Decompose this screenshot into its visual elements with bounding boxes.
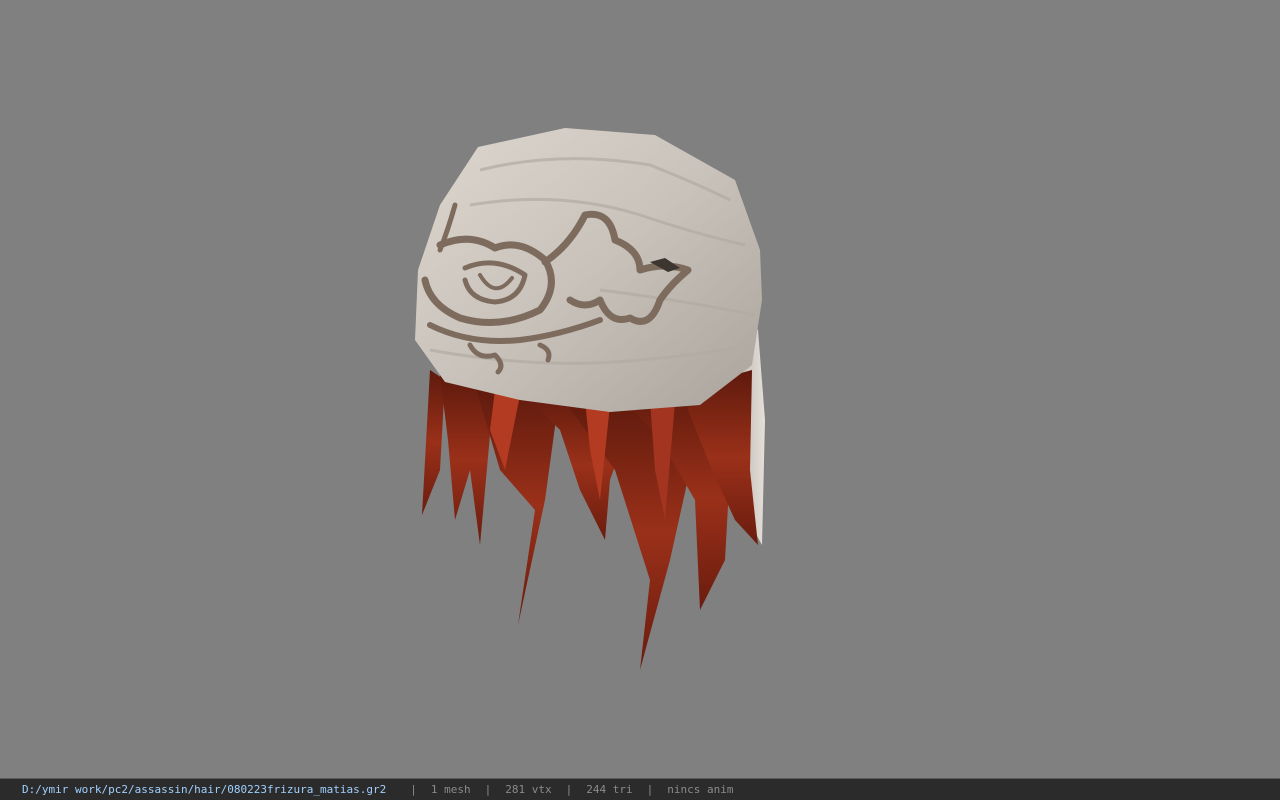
animation-status: nincs anim: [667, 783, 734, 796]
separator: |: [484, 783, 492, 796]
3d-viewport[interactable]: [0, 0, 1280, 778]
mesh-count: 1 mesh: [430, 783, 471, 796]
separator: |: [565, 783, 573, 796]
triangle-count: 244 tri: [586, 783, 633, 796]
hair-model-render[interactable]: [0, 0, 1280, 778]
hair-strands: [422, 370, 758, 670]
status-bar: D:/ymir work/pc2/assassin/hair/080223fri…: [0, 778, 1280, 800]
bandana-cloth: [415, 128, 762, 412]
file-path: D:/ymir work/pc2/assassin/hair/080223fri…: [22, 783, 387, 796]
separator: |: [410, 783, 417, 796]
separator: |: [646, 783, 654, 796]
vertex-count: 281 vtx: [505, 783, 552, 796]
